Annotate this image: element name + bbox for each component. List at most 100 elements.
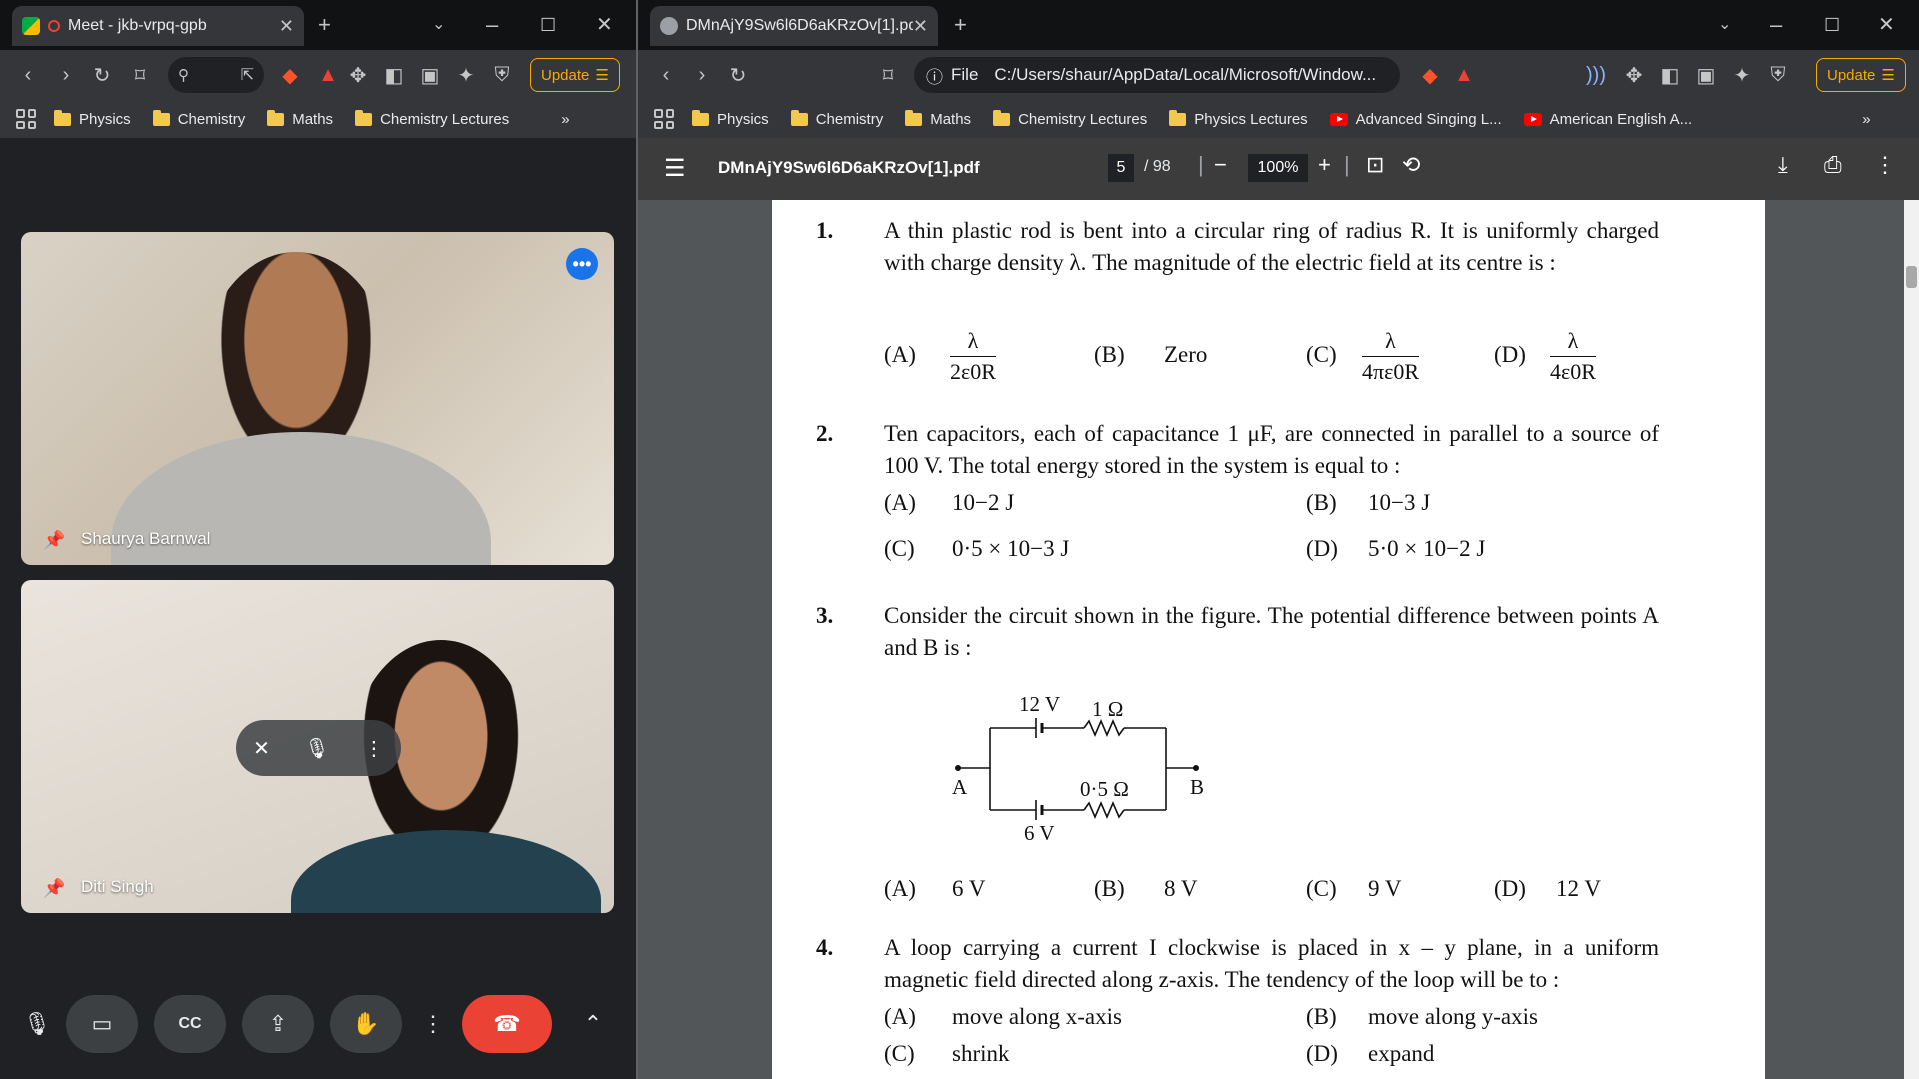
present-icon[interactable]: ⇪: [242, 995, 314, 1053]
bookmarks-overflow[interactable]: »: [1862, 111, 1870, 128]
apps-icon[interactable]: [654, 109, 674, 129]
pdf-viewport[interactable]: 1. A thin plastic rod is bent into a cir…: [638, 200, 1919, 1079]
download-icon[interactable]: ⤓: [1778, 152, 1788, 178]
new-tab-icon[interactable]: +: [318, 13, 331, 37]
bookmark-chemistry-lectures[interactable]: Chemistry Lectures: [993, 109, 1147, 128]
update-button[interactable]: Update ☰: [530, 58, 620, 92]
bookmark-physics-lectures[interactable]: Physics Lectures: [1169, 109, 1308, 128]
more-options-icon[interactable]: ⋮: [1874, 152, 1896, 178]
wallet-icon[interactable]: ▣: [1692, 61, 1720, 89]
share-icon[interactable]: ⇱: [241, 65, 254, 85]
more-vert-icon[interactable]: ⋮: [364, 736, 384, 761]
extensions-icon[interactable]: ✥: [344, 61, 372, 89]
print-icon[interactable]: ⎙: [1824, 152, 1842, 178]
brave-shield-icon[interactable]: ◆: [276, 61, 304, 89]
back-icon[interactable]: ‹: [652, 61, 680, 89]
bookmark-maths[interactable]: Maths: [267, 109, 333, 128]
folder-icon: [355, 109, 373, 126]
mute-icon[interactable]: 🎙: [304, 736, 329, 761]
reload-icon[interactable]: ↻: [88, 61, 116, 89]
raise-hand-icon[interactable]: ✋: [330, 995, 402, 1053]
pin-icon[interactable]: 📌: [43, 878, 65, 899]
close-window-icon[interactable]: ✕: [596, 13, 613, 37]
participant-tile[interactable]: ✕ 🎙 ⋮ 📌 Diti Singh: [21, 580, 614, 913]
tab-search-icon[interactable]: ⌄: [432, 13, 445, 37]
tab-pdf[interactable]: DMnAjY9Sw6l6D6aKRzOv[1].pd ✕: [650, 6, 938, 46]
scrollbar-thumb[interactable]: [1906, 266, 1917, 288]
sidebar-icon[interactable]: ◧: [380, 61, 408, 89]
bookmark-icon[interactable]: ⌑: [874, 61, 902, 89]
chevron-up-icon[interactable]: ⌃: [578, 995, 608, 1053]
bookmark-physics[interactable]: Physics: [692, 109, 769, 128]
leo-icon[interactable]: ✦: [452, 61, 480, 89]
bookmark-chemistry-lectures[interactable]: Chemistry Lectures: [355, 109, 509, 128]
apps-icon[interactable]: [16, 109, 36, 129]
camera-icon[interactable]: ▭: [66, 995, 138, 1053]
zoom-input[interactable]: 100%: [1248, 154, 1308, 182]
option-label: (A): [884, 1004, 916, 1029]
forward-icon[interactable]: ›: [52, 61, 80, 89]
folder-icon: [692, 109, 709, 126]
read-aloud-icon[interactable]: ))): [1582, 61, 1610, 89]
minimize-icon[interactable]: –: [1770, 13, 1782, 37]
pin-off-icon[interactable]: ✕: [253, 736, 270, 761]
wallet-icon[interactable]: ▣: [416, 61, 444, 89]
tab-search-icon[interactable]: ⌄: [1718, 13, 1731, 37]
bookmark-physics[interactable]: Physics: [54, 109, 131, 128]
tab-meet[interactable]: Meet - jkb-vrpq-gpb ✕: [12, 6, 304, 46]
brave-rewards-icon[interactable]: ▲: [314, 61, 342, 89]
captions-icon[interactable]: CC: [154, 995, 226, 1053]
vpn-icon[interactable]: ⛨: [1764, 61, 1792, 89]
info-icon[interactable]: ⓘ: [926, 63, 943, 88]
address-bar[interactable]: ⓘ File C:/Users/shaur/AppData/Local/Micr…: [914, 57, 1400, 93]
site-settings-icon[interactable]: ⚲: [178, 66, 189, 84]
bookmarks-overflow[interactable]: »: [561, 111, 569, 128]
meet-window: Meet - jkb-vrpq-gpb ✕ + ⌄ – ☐ ✕ ‹ › ↻ ⌑ …: [0, 0, 636, 1079]
zoom-out-icon[interactable]: −: [1214, 152, 1227, 178]
fit-page-icon[interactable]: ⊡: [1366, 152, 1384, 178]
bookmark-maths[interactable]: Maths: [905, 109, 971, 128]
tab-title: DMnAjY9Sw6l6D6aKRzOv[1].pd: [686, 17, 913, 34]
close-tab-icon[interactable]: ✕: [279, 16, 294, 37]
bookmark-american-english[interactable]: American English A...: [1523, 111, 1692, 128]
mic-icon[interactable]: 🎙: [22, 995, 52, 1053]
question-number: 2.: [816, 421, 834, 446]
brave-rewards-icon[interactable]: ▲: [1450, 61, 1478, 89]
update-button[interactable]: Update ☰: [1816, 58, 1906, 92]
separator: |: [1198, 152, 1204, 177]
new-tab-icon[interactable]: +: [954, 13, 967, 37]
bookmark-label: Physics: [717, 110, 769, 128]
reload-icon[interactable]: ↻: [724, 61, 752, 89]
rotate-icon[interactable]: ⟲: [1402, 152, 1420, 178]
bookmark-chemistry[interactable]: Chemistry: [790, 109, 883, 128]
vertical-scrollbar[interactable]: [1904, 200, 1919, 1079]
extensions-icon[interactable]: ✥: [1620, 61, 1648, 89]
pin-icon[interactable]: 📌: [43, 530, 65, 551]
brave-shield-icon[interactable]: ◆: [1416, 61, 1444, 89]
pdf-menu-icon[interactable]: ☰: [664, 154, 686, 183]
end-call-icon[interactable]: ☎: [462, 995, 552, 1053]
maximize-icon[interactable]: ☐: [540, 13, 556, 37]
vpn-icon[interactable]: ⛨: [488, 61, 516, 89]
more-options-icon[interactable]: •••: [566, 248, 598, 280]
back-icon[interactable]: ‹: [14, 61, 42, 89]
maximize-icon[interactable]: ☐: [1824, 13, 1840, 37]
option-value: Zero: [1164, 342, 1208, 367]
leo-icon[interactable]: ✦: [1728, 61, 1756, 89]
sidebar-icon[interactable]: ◧: [1656, 61, 1684, 89]
close-tab-icon[interactable]: ✕: [913, 16, 928, 37]
more-options-icon[interactable]: ⋮: [418, 995, 448, 1053]
bookmark-advanced-singing[interactable]: Advanced Singing L...: [1329, 110, 1502, 128]
page-number-input[interactable]: 5: [1108, 154, 1134, 182]
option-value: 9 V: [1368, 876, 1402, 901]
zoom-in-icon[interactable]: +: [1318, 152, 1331, 178]
minimize-icon[interactable]: –: [486, 13, 498, 37]
bookmark-icon[interactable]: ⌑: [126, 61, 154, 89]
bookmark-label: Advanced Singing L...: [1355, 110, 1502, 128]
forward-icon[interactable]: ›: [688, 61, 716, 89]
toolbar: ‹ › ↻ ⌑ ⓘ File C:/Users/shaur/AppData/Lo…: [638, 50, 1919, 100]
bookmark-chemistry[interactable]: Chemistry: [152, 109, 245, 128]
participant-tile[interactable]: ••• 📌 Shaurya Barnwal: [21, 232, 614, 565]
close-window-icon[interactable]: ✕: [1878, 13, 1895, 37]
omnibox-left[interactable]: ⚲ ⇱: [168, 57, 264, 93]
